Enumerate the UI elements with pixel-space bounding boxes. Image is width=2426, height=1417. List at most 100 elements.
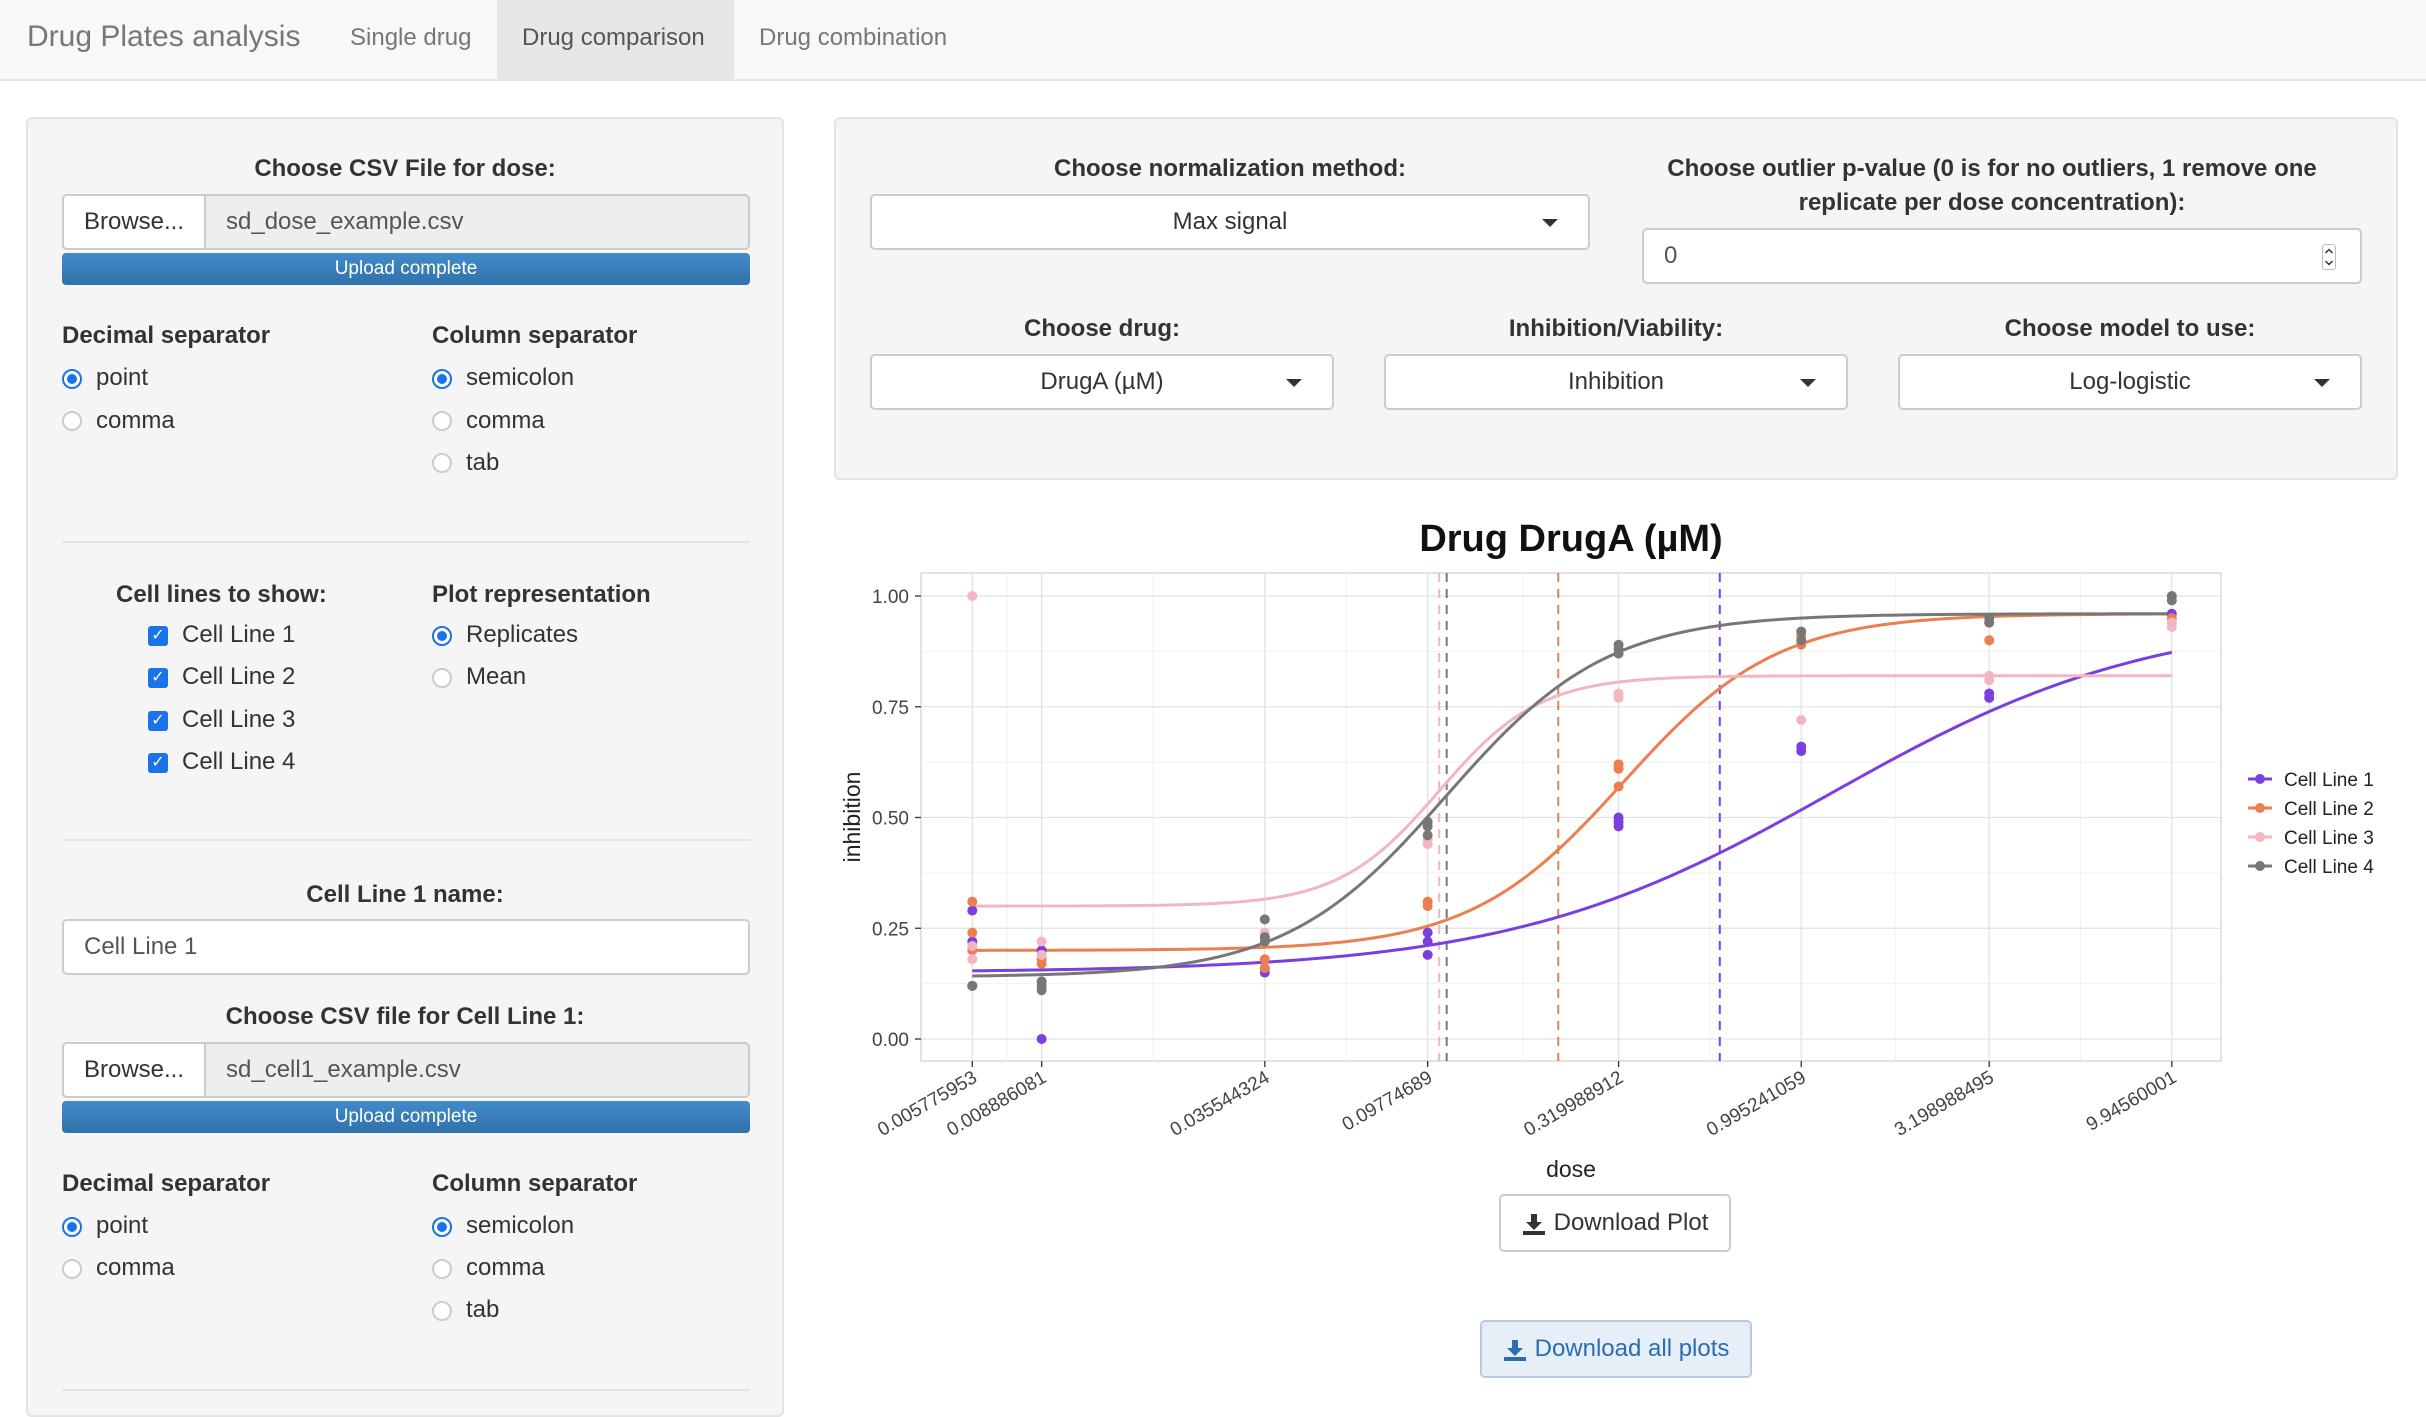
cell1-name-input[interactable]: Cell Line 1 — [62, 919, 750, 975]
data-point — [1036, 1034, 1047, 1044]
column-comma-radio[interactable] — [432, 411, 452, 431]
app-brand[interactable]: Drug Plates analysis — [27, 20, 300, 54]
data-point — [967, 954, 978, 965]
data-point — [2166, 591, 2177, 601]
data-point — [1613, 781, 1624, 792]
data-point — [1036, 936, 1047, 947]
plot-mean-radio[interactable] — [432, 668, 452, 688]
decimal-separator-label-2: Decimal separator — [62, 1170, 271, 1197]
model-select[interactable]: Log-logistic — [1898, 354, 2362, 410]
data-point — [1422, 830, 1433, 841]
cell1-upload-progress: Upload complete — [62, 1101, 750, 1133]
tab-drug-comparison[interactable]: Drug comparison — [497, 0, 734, 80]
drug-value: DrugA (µM) — [1040, 368, 1164, 395]
chevron-down-icon — [1286, 379, 1302, 387]
x-tick-label: 9.94560001 — [2083, 1067, 2180, 1135]
data-point — [1613, 821, 1624, 832]
cell-lines-label: Cell lines to show: — [116, 581, 327, 608]
legend-label: Cell Line 2 — [2284, 799, 2374, 820]
decimal-comma-radio[interactable] — [62, 411, 82, 431]
cell1-filename: sd_cell1_example.csv — [204, 1042, 750, 1098]
data-point — [1613, 639, 1624, 650]
cell-line-2-label: Cell Line 2 — [182, 663, 296, 690]
sidebar-panel: Choose CSV File for dose: Browse... sd_d… — [26, 117, 784, 1417]
column2-semicolon-radio[interactable] — [432, 1217, 452, 1237]
cell-line-4-checkbox[interactable]: ✓ — [148, 753, 168, 773]
tab-single-drug[interactable]: Single drug — [325, 0, 496, 80]
column-separator-label: Column separator — [432, 322, 638, 349]
download-all-plots-label: Download all plots — [1534, 1335, 1730, 1362]
cell-line-3-label: Cell Line 3 — [182, 706, 296, 733]
y-tick-label: 1.00 — [872, 587, 909, 608]
column-semicolon-radio[interactable] — [432, 369, 452, 389]
cell-line-1-checkbox[interactable]: ✓ — [148, 626, 168, 646]
column-semicolon-label: semicolon — [466, 364, 575, 391]
cell-line-2-checkbox[interactable]: ✓ — [148, 668, 168, 688]
dose-file-label: Choose CSV File for dose: — [254, 155, 556, 182]
data-point — [967, 896, 978, 907]
plot-representation-label: Plot representation — [432, 581, 651, 608]
download-all-plots-button[interactable]: Download all plots — [1480, 1320, 1752, 1378]
data-point — [1259, 932, 1270, 943]
legend-key-point — [2255, 832, 2265, 842]
inhibition-value: Inhibition — [1567, 368, 1665, 395]
outlier-label-line1: Choose outlier p-value (0 is for no outl… — [1667, 155, 2317, 182]
dose-response-chart: 0.000.250.500.751.000.0057759530.0088860… — [839, 518, 2374, 1182]
data-point — [1796, 741, 1807, 752]
legend-key-point — [2255, 803, 2265, 813]
data-point — [1613, 759, 1624, 770]
x-tick-label: 3.198988495 — [1891, 1067, 1998, 1141]
data-point — [1422, 949, 1433, 960]
decimal-point-radio[interactable] — [62, 369, 82, 389]
column2-tab-label: tab — [466, 1296, 500, 1323]
data-point — [1036, 949, 1047, 960]
spinner-icon[interactable] — [2322, 244, 2336, 270]
y-tick-label: 0.25 — [872, 919, 909, 940]
cell-line-3-checkbox[interactable]: ✓ — [148, 711, 168, 731]
column-tab-radio[interactable] — [432, 453, 452, 473]
outlier-value: 0 — [1664, 242, 1678, 269]
data-point — [1796, 715, 1807, 726]
dose-file-input: Browse... sd_dose_example.csv — [62, 194, 750, 250]
data-point — [1613, 812, 1624, 823]
data-point — [1259, 963, 1270, 974]
x-tick-label: 0.319988912 — [1520, 1067, 1627, 1141]
drug-select[interactable]: DrugA (µM) — [870, 354, 1334, 410]
data-point — [1984, 670, 1995, 681]
decimal2-comma-radio[interactable] — [62, 1259, 82, 1279]
data-point — [1984, 688, 1995, 699]
data-point — [1613, 688, 1624, 699]
outlier-label-line2: replicate per dose concentration): — [1798, 189, 2186, 216]
dose-upload-progress: Upload complete — [62, 253, 750, 285]
data-point — [1984, 613, 1995, 624]
dose-browse-button[interactable]: Browse... — [62, 194, 206, 250]
decimal2-point-radio[interactable] — [62, 1217, 82, 1237]
data-point — [1422, 927, 1433, 938]
plot-replicates-radio[interactable] — [432, 626, 452, 646]
y-tick-label: 0.75 — [872, 698, 909, 719]
column2-comma-label: comma — [466, 1254, 545, 1281]
download-plot-button[interactable]: Download Plot — [1499, 1194, 1731, 1252]
dose-filename: sd_dose_example.csv — [204, 194, 750, 250]
chevron-down-icon — [2314, 379, 2330, 387]
decimal-comma-label: comma — [96, 407, 175, 434]
column2-comma-radio[interactable] — [432, 1259, 452, 1279]
outlier-input[interactable]: 0 — [1642, 228, 2362, 284]
data-point — [1422, 816, 1433, 827]
chevron-down-icon — [1542, 219, 1558, 227]
model-value: Log-logistic — [2069, 368, 2191, 395]
column2-tab-radio[interactable] — [432, 1301, 452, 1321]
inhibition-select[interactable]: Inhibition — [1384, 354, 1848, 410]
column2-semicolon-label: semicolon — [466, 1212, 575, 1239]
data-point — [1796, 635, 1807, 646]
plot-replicates-label: Replicates — [466, 621, 579, 648]
x-axis-label: dose — [1546, 1156, 1596, 1182]
legend-key-point — [2255, 774, 2265, 784]
decimal2-comma-label: comma — [96, 1254, 175, 1281]
data-point — [1036, 958, 1047, 969]
tab-drug-combination[interactable]: Drug combination — [734, 0, 972, 80]
divider — [62, 541, 750, 543]
model-label: Choose model to use: — [2004, 315, 2256, 342]
normalization-select[interactable]: Max signal — [870, 194, 1590, 250]
cell1-browse-button[interactable]: Browse... — [62, 1042, 206, 1098]
